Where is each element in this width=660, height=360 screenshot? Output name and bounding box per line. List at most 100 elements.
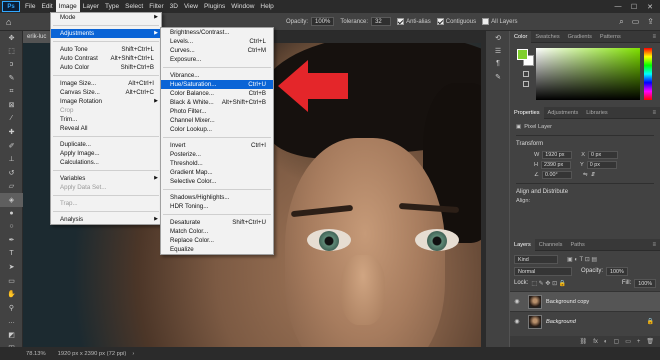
tab-gradients[interactable]: Gradients <box>564 31 596 43</box>
menu-file[interactable]: File <box>22 0 38 13</box>
paint-bucket-tool-icon[interactable]: ◈ <box>0 193 23 207</box>
adjustments-item-levels[interactable]: Levels... Ctrl+L <box>161 37 273 46</box>
tab-color[interactable]: Color <box>510 30 532 43</box>
color-spectrum[interactable] <box>536 48 640 100</box>
path-select-tool-icon[interactable]: ➤ <box>0 261 23 275</box>
menu-help[interactable]: Help <box>257 0 276 13</box>
adjustments-item-posterize[interactable]: Posterize... <box>161 150 273 159</box>
menu-plugins[interactable]: Plugins <box>201 0 228 13</box>
tab-adjustments[interactable]: Adjustments <box>544 107 583 119</box>
adjustments-item-brightness-contrast[interactable]: Brightness/Contrast... <box>161 28 273 37</box>
rectangle-tool-icon[interactable]: ▭ <box>0 274 23 288</box>
transform-title[interactable]: Transform <box>516 139 654 150</box>
layer-opacity-field[interactable]: 100% <box>606 266 628 276</box>
lock-icons[interactable]: ⬚ ✎ ✥ ⊡ 🔒 <box>531 280 566 287</box>
image-item-image-size[interactable]: Image Size... Alt+Ctrl+I <box>51 79 161 88</box>
tolerance-field[interactable]: 32 <box>371 17 392 26</box>
layer-filter-select[interactable]: Kind <box>514 254 558 264</box>
image-item-analysis[interactable]: Analysis ▶ <box>51 215 161 224</box>
filter-icons[interactable]: ▣ ◐ T ⊡ ▤ <box>567 256 597 263</box>
home-icon[interactable]: ⌂ <box>6 17 20 27</box>
status-chevron-icon[interactable]: › <box>132 351 134 357</box>
adjustments-item-match-color[interactable]: Match Color... <box>161 227 273 236</box>
type-tool-icon[interactable]: T <box>0 247 23 261</box>
color-swap-icon[interactable]: ◩ <box>0 328 23 342</box>
share-icon[interactable]: ⇪ <box>647 17 654 27</box>
pen-tool-icon[interactable]: ✒ <box>0 234 23 248</box>
minimize-icon[interactable]: — <box>610 3 626 10</box>
group-icon[interactable]: ▭ <box>625 338 631 345</box>
more-tools-icon[interactable]: … <box>0 315 23 329</box>
tab-patterns[interactable]: Patterns <box>596 31 625 43</box>
eraser-tool-icon[interactable]: ▱ <box>0 180 23 194</box>
adjustments-item-color-balance[interactable]: Color Balance... Ctrl+B <box>161 89 273 98</box>
hue-slider[interactable] <box>644 48 652 100</box>
image-item-variables[interactable]: Variables ▶ <box>51 174 161 183</box>
tab-libraries[interactable]: Libraries <box>582 107 611 119</box>
adjustments-item-color-lookup[interactable]: Color Lookup... <box>161 125 273 134</box>
layer-name[interactable]: Background copy <box>546 299 589 305</box>
image-item-reveal-all[interactable]: Reveal All <box>51 124 161 133</box>
menu-3d[interactable]: 3D <box>167 0 181 13</box>
workspace-icon[interactable]: ▭ <box>632 17 640 27</box>
adjustments-item-selective-color[interactable]: Selective Color... <box>161 177 273 186</box>
layer-row[interactable]: ◉ Background 🔒 <box>510 311 660 331</box>
menu-view[interactable]: View <box>181 0 201 13</box>
mask-icon[interactable]: ▢ <box>614 338 620 345</box>
image-item-auto-tone[interactable]: Auto Tone Shift+Ctrl+L <box>51 45 161 54</box>
image-item-calculations[interactable]: Calculations... <box>51 158 161 167</box>
image-item-auto-color[interactable]: Auto Color Shift+Ctrl+B <box>51 63 161 72</box>
crop-tool-icon[interactable]: ⌗ <box>0 85 23 99</box>
image-item-trim[interactable]: Trim... <box>51 115 161 124</box>
tab-layers[interactable]: Layers <box>510 238 535 251</box>
image-item-image-rotation[interactable]: Image Rotation ▶ <box>51 97 161 106</box>
opacity-field[interactable]: 100% <box>311 17 335 26</box>
frame-tool-icon[interactable]: ⊠ <box>0 99 23 113</box>
blur-tool-icon[interactable]: ● <box>0 207 23 221</box>
width-field[interactable]: 1920 px <box>542 151 573 159</box>
image-item-canvas-size[interactable]: Canvas Size... Alt+Ctrl+C <box>51 88 161 97</box>
adjustments-item-replace-color[interactable]: Replace Color... <box>161 236 273 245</box>
search-icon[interactable]: ⌕ <box>619 17 623 27</box>
adjustments-item-black-white[interactable]: Black & White... Alt+Shift+Ctrl+B <box>161 98 273 107</box>
image-item-mode[interactable]: Mode ▶ <box>51 13 161 22</box>
new-layer-icon[interactable]: + <box>637 339 641 345</box>
history-brush-icon[interactable]: ↺ <box>0 166 23 180</box>
angle-field[interactable]: 0.00° <box>542 171 573 179</box>
align-title[interactable]: Align and Distribute <box>516 187 654 198</box>
adjustments-item-hdr-toning[interactable]: HDR Toning... <box>161 202 273 211</box>
adjustments-item-equalize[interactable]: Equalize <box>161 245 273 254</box>
zoom-level[interactable]: 78.13% <box>26 351 46 357</box>
y-field[interactable]: 0 px <box>586 161 617 169</box>
visibility-eye-icon[interactable]: ◉ <box>510 298 524 305</box>
hand-tool-icon[interactable]: ✋ <box>0 288 23 302</box>
foreground-color-swatch[interactable] <box>517 49 528 60</box>
delete-layer-icon[interactable]: 🗑 <box>646 338 654 345</box>
adjustments-item-desaturate[interactable]: Desaturate Shift+Ctrl+U <box>161 218 273 227</box>
brush-tool-icon[interactable]: ✐ <box>0 139 23 153</box>
dodge-tool-icon[interactable]: ○ <box>0 220 23 234</box>
blend-mode-select[interactable]: Normal <box>514 266 572 276</box>
history-icon[interactable]: ⟲ <box>486 31 510 44</box>
fx-icon[interactable]: fx <box>593 339 598 345</box>
link-layers-icon[interactable]: ⛓ <box>580 338 588 345</box>
adjustments-item-curves[interactable]: Curves... Ctrl+M <box>161 46 273 55</box>
image-item-auto-contrast[interactable]: Auto Contrast Alt+Shift+Ctrl+L <box>51 54 161 63</box>
flip-vertical-icon[interactable]: ⇵ <box>591 172 596 178</box>
adjustments-item-gradient-map[interactable]: Gradient Map... <box>161 168 273 177</box>
brush-settings-icon[interactable]: ✎ <box>486 70 510 83</box>
anti-alias-checkbox[interactable] <box>397 18 405 25</box>
quick-select-tool-icon[interactable]: ✎ <box>0 72 23 86</box>
maximize-icon[interactable]: ☐ <box>626 3 642 11</box>
layer-name[interactable]: Background <box>546 319 576 325</box>
x-field[interactable]: 0 px <box>588 151 619 159</box>
image-item-apply-image[interactable]: Apply Image... <box>51 149 161 158</box>
tab-channels[interactable]: Channels <box>535 239 567 251</box>
menu-window[interactable]: Window <box>228 0 257 13</box>
fill-field[interactable]: 100% <box>634 278 656 288</box>
adjustments-item-photo-filter[interactable]: Photo Filter... <box>161 107 273 116</box>
paragraph-icon[interactable]: ¶ <box>486 57 510 70</box>
properties-icon[interactable]: ☰ <box>486 44 510 57</box>
zoom-tool-icon[interactable]: ⚲ <box>0 301 23 315</box>
adjustments-item-vibrance[interactable]: Vibrance... <box>161 71 273 80</box>
